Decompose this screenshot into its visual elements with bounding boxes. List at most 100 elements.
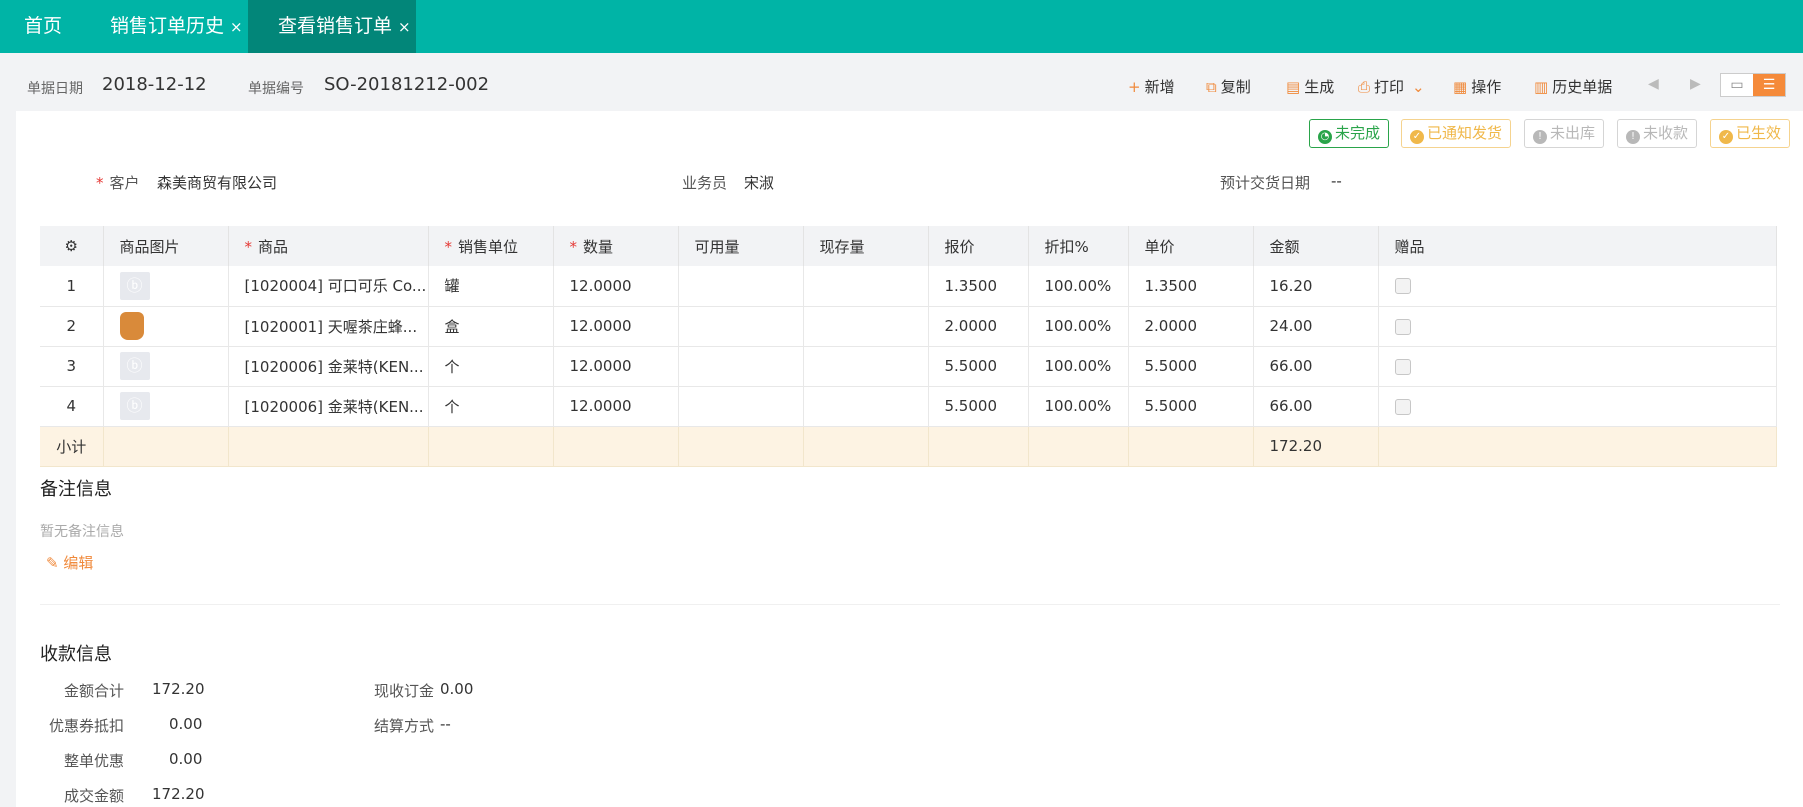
stock-cell [803,386,929,427]
edit-remarks-label: 编辑 [63,554,94,572]
doc-no-label: 单据编号 [248,81,304,97]
stock-cell [803,346,929,387]
grid-icon: ▦ [1453,78,1468,96]
total-amount-value: 172.20 [152,680,205,698]
required-mark: * [96,174,104,192]
alert-icon: ! [1533,130,1547,144]
unit-cell: 个 [428,386,554,427]
coupon-value: 0.00 [169,715,203,733]
table-row[interactable]: 4 ⓑ [1020006] 金莱特(KEN... 个 12.0000 5.500… [40,386,1777,427]
image-placeholder-icon: ⓑ [119,392,150,420]
operate-button-label: 操作 [1471,78,1502,96]
column-header: 金额 [1253,226,1379,266]
status-badge-notified: ✓ 已通知发货 [1401,119,1512,148]
status-badge-incomplete: ◔ 未完成 [1309,119,1390,148]
order-discount-label: 整单优惠 [63,752,124,770]
amount-cell: 24.00 [1253,306,1379,347]
next-arrow-icon[interactable]: ▶ [1690,76,1701,92]
new-button-label: 新增 [1144,78,1175,96]
stock-cell [803,306,929,347]
product-image: ⓑ [103,386,229,427]
column-header-text: 商品 [258,237,289,256]
subtotal-label: 小计 [40,426,104,467]
salesman-label: 业务员 [682,174,728,192]
required-mark: * [244,237,253,256]
gift-cell [1378,266,1777,307]
card-view-icon[interactable]: ▭ [1721,74,1753,96]
check-icon: ✓ [1719,130,1733,144]
gift-checkbox[interactable] [1394,398,1411,415]
customer-label-text: 客户 [109,174,140,192]
empty-cell [103,426,229,467]
view-toggle[interactable]: ▭ ☰ [1720,73,1786,97]
table-row[interactable]: 1 ⓑ [1020004] 可口可乐 Co... 罐 12.0000 1.350… [40,266,1777,307]
close-icon[interactable]: × [398,18,411,36]
available-cell [678,306,804,347]
tab-sales-order-history[interactable]: 销售订单历史 × [110,0,243,53]
status-badge-label: 已生效 [1736,124,1782,142]
tab-view-sales-order[interactable]: 查看销售订单 × [248,0,416,53]
deposit-label: 现收订金 [373,682,434,700]
history-button[interactable]: ▥ 历史单据 [1534,76,1612,97]
column-header-text: 销售单位 [458,237,519,256]
qty-cell: 12.0000 [553,266,679,307]
copy-button[interactable]: ⧉ 复制 [1206,76,1251,97]
empty-cell [803,426,929,467]
row-number: 1 [40,266,104,307]
tab-home-label: 首页 [24,15,63,37]
plus-icon: + [1128,78,1141,96]
deal-amount-value: 172.20 [152,785,205,803]
print-button-label: 打印 [1374,78,1405,96]
product-image: ⓑ [103,346,229,387]
table-row[interactable]: 2 [1020001] 天喔茶庄蜂... 盒 12.0000 2.0000 10… [40,306,1777,347]
section-divider [40,604,1780,605]
generate-button[interactable]: ▤ 生成 [1286,76,1334,97]
price-cell: 5.5000 [1128,386,1254,427]
status-badge-not-received: ! 未收款 [1617,119,1698,148]
prev-arrow-icon[interactable]: ◀ [1648,76,1659,92]
empty-cell [428,426,554,467]
available-cell [678,386,804,427]
qty-cell: 12.0000 [553,306,679,347]
column-settings-icon[interactable]: ⚙ [40,226,104,266]
column-header: 折扣% [1028,226,1129,266]
gift-checkbox[interactable] [1394,358,1411,375]
settlement-value: -- [440,715,451,733]
available-cell [678,266,804,307]
tab-home[interactable]: 首页 [24,0,62,53]
edit-remarks-link[interactable]: ✎ 编辑 [46,552,93,573]
status-badge-label: 已通知发货 [1427,124,1503,142]
discount-cell: 100.00% [1028,266,1129,307]
print-button[interactable]: ⎙ 打印 ⌄ [1358,76,1429,97]
settlement-label: 结算方式 [373,717,434,735]
history-button-label: 历史单据 [1552,78,1613,96]
quote-cell: 5.5000 [928,386,1029,427]
gift-checkbox[interactable] [1394,278,1411,295]
table-row[interactable]: 3 ⓑ [1020006] 金莱特(KEN... 个 12.0000 5.500… [40,346,1777,387]
alert-icon: ! [1626,130,1640,144]
total-amount-label: 金额合计 [63,682,124,700]
date-value: 2018-12-12 [102,74,207,95]
unit-cell: 罐 [428,266,554,307]
operate-button[interactable]: ▦ 操作 [1453,76,1501,97]
unit-cell: 个 [428,346,554,387]
copy-button-label: 复制 [1220,78,1251,96]
order-discount-value: 0.00 [169,750,203,768]
product-cell: [1020006] 金莱特(KEN... [228,346,429,387]
edit-icon: ✎ [46,554,59,572]
doc-no-value: SO-20181212-002 [324,74,490,95]
list-view-icon[interactable]: ☰ [1753,74,1785,96]
history-doc-icon: ▥ [1534,78,1549,96]
gift-checkbox[interactable] [1394,318,1411,335]
product-cell: [1020006] 金莱特(KEN... [228,386,429,427]
row-number: 4 [40,386,104,427]
chevron-down-icon[interactable]: ⌄ [1412,78,1425,96]
qty-cell: 12.0000 [553,386,679,427]
close-icon[interactable]: × [230,18,243,36]
order-items-table: ⚙ 商品图片 * 商品 * 销售单位 * 数量 可用量 现存量 报价 折扣% 单价 金… [40,226,1777,467]
date-label: 单据日期 [27,81,83,97]
subtotal-row: 小计 172.20 [40,426,1777,467]
product-cell: [1020001] 天喔茶庄蜂... [228,306,429,347]
new-button[interactable]: + 新增 [1128,76,1175,97]
column-header: * 销售单位 [428,226,554,266]
